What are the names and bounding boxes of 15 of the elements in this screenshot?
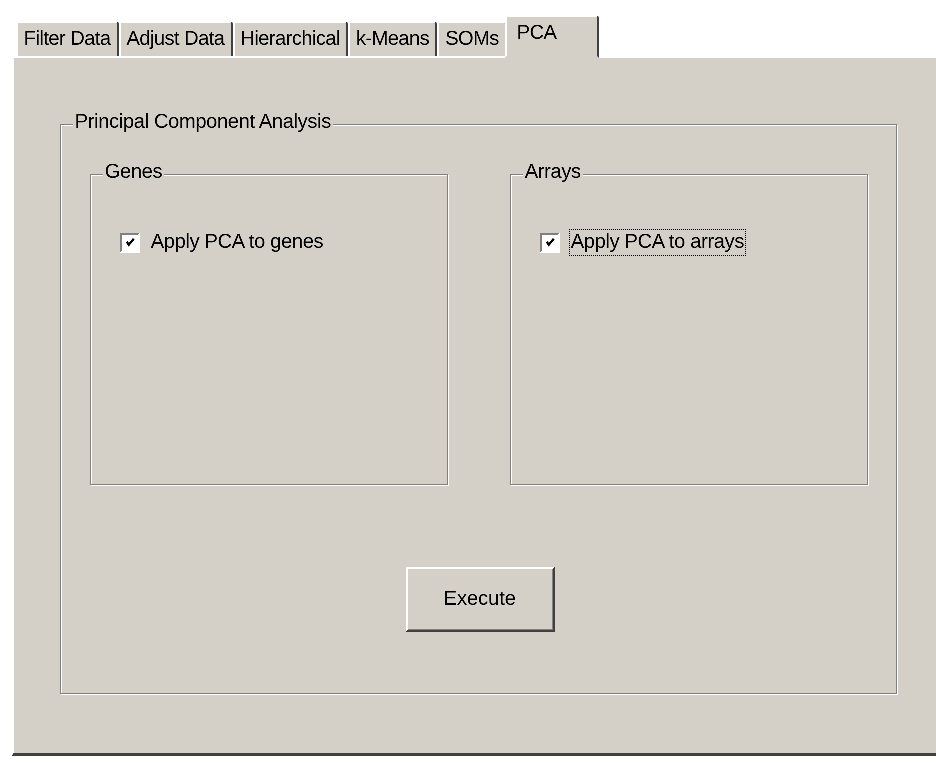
tab[interactable]: Adjust Data [118, 21, 233, 56]
tab[interactable]: Filter Data [16, 21, 119, 56]
check-mark-icon [124, 236, 136, 249]
checkbox-label[interactable]: Apply PCA to genes [149, 229, 326, 256]
tab[interactable]: Hierarchical [232, 21, 348, 56]
checkbox[interactable] [120, 232, 140, 252]
execute-button[interactable]: Execute [406, 567, 554, 632]
tab[interactable]: k-Means [348, 21, 438, 56]
group-title: Arrays [523, 161, 583, 184]
tab[interactable]: PCA [505, 15, 599, 58]
checkbox[interactable] [540, 232, 560, 252]
tab[interactable]: SOMs [437, 21, 507, 56]
check-mark-icon [544, 236, 556, 249]
checkbox-label[interactable]: Apply PCA to arrays [569, 229, 746, 256]
group-title: Principal Component Analysis [73, 111, 334, 134]
